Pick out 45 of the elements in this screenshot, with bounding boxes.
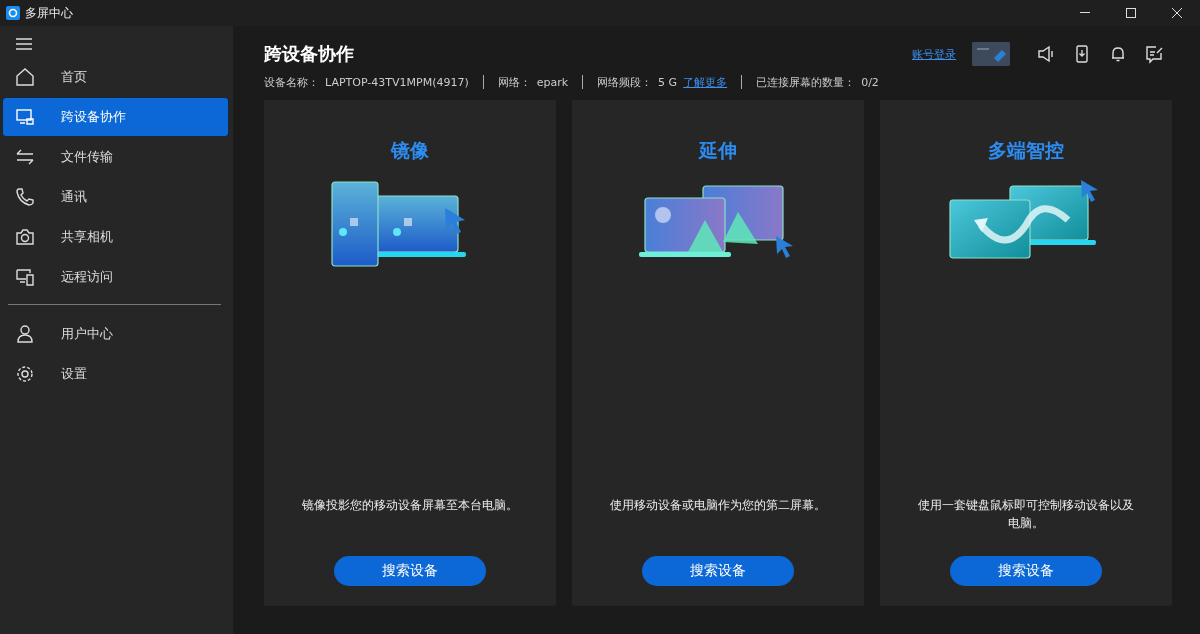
- sidebar-item[interactable]: 用户中心: [3, 315, 228, 353]
- megaphone-icon[interactable]: [1036, 44, 1056, 64]
- remote-icon: [15, 267, 35, 287]
- sidebar-item[interactable]: 设置: [3, 355, 228, 393]
- sidebar-item[interactable]: 首页: [3, 58, 228, 96]
- account-login-link[interactable]: 账号登录: [912, 46, 956, 62]
- info-value: epark: [536, 75, 569, 89]
- sidebar-item[interactable]: 文件传输: [3, 138, 228, 176]
- info-label: 网络频段：: [597, 74, 653, 90]
- sidebar-item[interactable]: 跨设备协作: [3, 98, 228, 136]
- camera-icon: [15, 227, 35, 247]
- search-device-button[interactable]: 搜索设备: [642, 556, 794, 586]
- info-value: 0/2: [861, 75, 879, 89]
- transfer-icon: [15, 147, 35, 167]
- card-title: 延伸: [699, 138, 737, 163]
- screens-icon: [15, 107, 35, 127]
- card-description: 使用移动设备或电脑作为您的第二屏幕。: [609, 497, 827, 514]
- search-device-button[interactable]: 搜索设备: [950, 556, 1102, 586]
- gear-icon: [15, 364, 35, 384]
- page-title: 跨设备协作: [264, 42, 355, 66]
- card-description: 使用一套键盘鼠标即可控制移动设备以及电脑。: [917, 497, 1135, 532]
- info-label: 已连接屏幕的数量：: [756, 74, 856, 90]
- home-icon: [15, 67, 35, 87]
- sidebar-item[interactable]: 通讯: [3, 178, 228, 216]
- phone-icon: [15, 187, 35, 207]
- sidebar-item[interactable]: 远程访问: [3, 258, 228, 296]
- search-device-button[interactable]: 搜索设备: [334, 556, 486, 586]
- card-title: 镜像: [391, 138, 429, 163]
- window-title: 多屏中心: [25, 4, 74, 22]
- card-title: 多端智控: [988, 138, 1064, 163]
- info-label: 设备名称：: [264, 74, 319, 90]
- learn-more-link[interactable]: 了解更多: [683, 74, 728, 90]
- sidebar-item[interactable]: 共享相机: [3, 218, 228, 256]
- card-description: 镜像投影您的移动设备屏幕至本台电脑。: [301, 497, 519, 514]
- info-value: 5 G: [658, 75, 678, 89]
- maximize-icon[interactable]: [1126, 8, 1136, 18]
- device-thumbnail-icon[interactable]: [972, 42, 1010, 66]
- user-icon: [15, 324, 35, 344]
- menu-icon[interactable]: [16, 38, 32, 50]
- feedback-icon[interactable]: [1144, 44, 1164, 64]
- info-value: LAPTOP-43TV1MPM(4917): [325, 75, 469, 89]
- close-icon[interactable]: [1172, 8, 1182, 18]
- app-logo-icon: [6, 6, 20, 20]
- minimize-icon[interactable]: [1080, 12, 1090, 14]
- info-label: 网络：: [497, 74, 531, 90]
